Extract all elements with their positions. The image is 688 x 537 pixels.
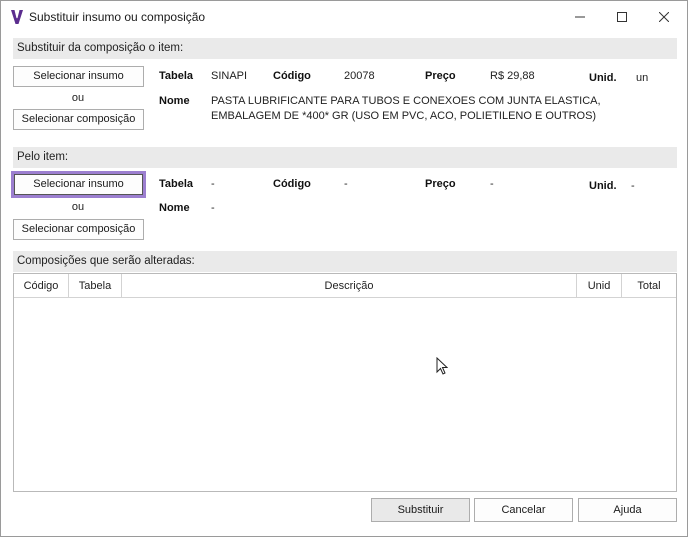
to-or-text: ou bbox=[71, 201, 85, 213]
from-select-insumo-button[interactable]: Selecionar insumo bbox=[13, 66, 144, 87]
from-tabela-label: Tabela bbox=[159, 70, 194, 82]
from-nome-value: PASTA LUBRIFICANTE PARA TUBOS E CONEXOES… bbox=[211, 95, 601, 122]
from-preco-label: Preço bbox=[425, 70, 456, 82]
to-section-header: Pelo item: bbox=[13, 147, 677, 168]
to-select-composicao-button[interactable]: Selecionar composição bbox=[13, 219, 144, 240]
to-select-insumo-button[interactable]: Selecionar insumo bbox=[14, 174, 143, 195]
cancelar-button[interactable]: Cancelar bbox=[474, 498, 573, 522]
maximize-icon bbox=[617, 12, 627, 22]
from-unid-label: Unid. bbox=[589, 72, 617, 84]
to-nome-label: Nome bbox=[159, 202, 190, 214]
to-tabela-label: Tabela bbox=[159, 178, 194, 190]
from-nome-label: Nome bbox=[159, 95, 190, 107]
substituir-button[interactable]: Substituir bbox=[371, 498, 470, 522]
to-preco-value: - bbox=[490, 178, 494, 190]
column-header-total[interactable]: Total bbox=[622, 274, 676, 298]
title-bar: Substituir insumo ou composição bbox=[1, 1, 687, 33]
close-icon bbox=[659, 12, 669, 22]
to-unid-label: Unid. bbox=[589, 180, 617, 192]
from-section-header: Substituir da composição o item: bbox=[13, 38, 677, 59]
to-preco-label: Preço bbox=[425, 178, 456, 190]
table-header-row: Código Tabela Descrição Unid Total bbox=[14, 274, 676, 298]
from-select-composicao-button[interactable]: Selecionar composição bbox=[13, 109, 144, 130]
to-tabela-value: - bbox=[211, 178, 215, 190]
from-codigo-label: Código bbox=[273, 70, 311, 82]
to-nome-value: - bbox=[211, 202, 215, 214]
maximize-button[interactable] bbox=[599, 1, 645, 33]
from-unid-value: un bbox=[636, 72, 649, 84]
from-codigo-value: 20078 bbox=[344, 70, 375, 82]
minimize-button[interactable] bbox=[557, 1, 603, 33]
close-button[interactable] bbox=[641, 1, 687, 33]
to-unid-value: - bbox=[631, 180, 635, 192]
to-codigo-label: Código bbox=[273, 178, 311, 190]
from-tabela-value: SINAPI bbox=[211, 70, 248, 82]
window-title: Substituir insumo ou composição bbox=[29, 10, 206, 24]
ajuda-button[interactable]: Ajuda bbox=[578, 498, 677, 522]
from-preco-value: R$ 29,88 bbox=[490, 70, 535, 82]
from-or-text: ou bbox=[71, 92, 85, 104]
app-logo-icon bbox=[11, 9, 23, 24]
column-header-descricao[interactable]: Descrição bbox=[122, 274, 577, 298]
compositions-table[interactable]: Código Tabela Descrição Unid Total bbox=[13, 273, 677, 492]
column-header-unid[interactable]: Unid bbox=[577, 274, 622, 298]
mouse-pointer-icon bbox=[436, 357, 448, 375]
to-codigo-value: - bbox=[344, 178, 348, 190]
minimize-icon bbox=[575, 16, 585, 18]
column-header-codigo[interactable]: Código bbox=[14, 274, 69, 298]
column-header-tabela[interactable]: Tabela bbox=[69, 274, 122, 298]
compositions-section-header: Composições que serão alteradas: bbox=[13, 251, 677, 272]
dialog-window: Substituir insumo ou composição Substitu… bbox=[0, 0, 688, 537]
